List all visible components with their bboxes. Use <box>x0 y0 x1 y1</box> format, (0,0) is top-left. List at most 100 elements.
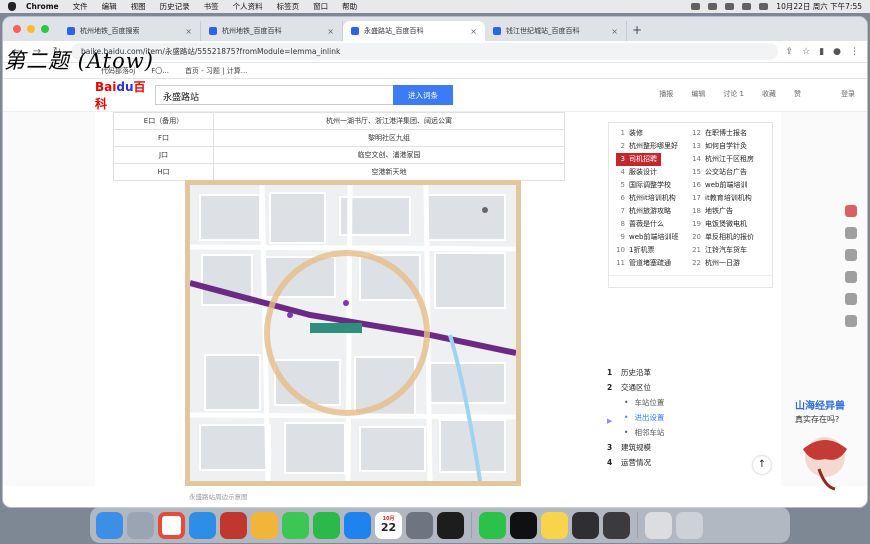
hot-item[interactable]: 11 管道堵塞疏通 <box>616 257 671 270</box>
address-bar[interactable]: baike.baidu.com/item/永盛路站/55521875?fromM… <box>71 43 778 60</box>
messages-icon[interactable] <box>282 511 309 539</box>
finder-icon[interactable] <box>96 511 123 539</box>
broadcast-button[interactable]: 播报 <box>659 89 673 99</box>
baike-search-input[interactable]: 永盛路站 <box>155 85 393 105</box>
record-icon[interactable] <box>691 3 701 10</box>
edit-button[interactable]: 编辑 <box>691 89 705 99</box>
tab-yongshenglu-baike[interactable]: 永盛路站_百度百科 × <box>343 21 485 41</box>
discuss-button[interactable]: 讨论 1 <box>723 89 744 99</box>
hot-item[interactable]: 16 web前端培训 <box>692 179 747 192</box>
menu-window[interactable]: 窗口 <box>313 1 328 12</box>
preview-icon[interactable] <box>645 511 672 539</box>
promo-card[interactable]: 山海经异兽 真实存在吗? <box>795 397 870 493</box>
login-link[interactable]: 登录 <box>841 89 855 99</box>
back-to-top-button[interactable]: ↑ <box>753 456 771 474</box>
bookmark-item[interactable]: 首页 - 习题 | 计算... <box>185 66 247 76</box>
close-tab-icon[interactable]: × <box>327 27 334 36</box>
hot-item[interactable]: 18 地铁广告 <box>692 205 733 218</box>
tab-qianjiang-baike[interactable]: 钱江世纪城站_百度百科 × <box>485 21 627 41</box>
close-window-button[interactable] <box>13 25 21 33</box>
hot-item[interactable]: 15 公交站台广告 <box>692 166 747 179</box>
hot-item[interactable]: 22 杭州一日游 <box>692 257 740 270</box>
menu-profile[interactable]: 个人资料 <box>233 1 263 12</box>
menu-tabs[interactable]: 标签页 <box>277 1 300 12</box>
toc-subitem[interactable]: • 车站位置 <box>607 395 664 410</box>
weibo-icon[interactable] <box>845 249 857 261</box>
obs-icon[interactable] <box>572 511 599 539</box>
calendar-icon[interactable]: 10月 22 <box>375 511 402 539</box>
apple-icon[interactable] <box>8 2 16 11</box>
favorite-button[interactable]: 收藏 <box>762 89 776 99</box>
hot-item[interactable]: 20 单反相机的报价 <box>692 231 754 244</box>
zoom-window-button[interactable] <box>41 25 49 33</box>
hot-item[interactable]: 10 1折机票 <box>616 244 654 257</box>
star-icon[interactable] <box>845 227 857 239</box>
wifi-icon[interactable] <box>742 3 752 10</box>
app-store-icon[interactable] <box>344 511 371 539</box>
system-preferences-icon[interactable] <box>406 511 433 539</box>
more-menu-icon[interactable]: ⋮ <box>850 47 859 57</box>
wechat-icon[interactable] <box>845 271 857 283</box>
station-map[interactable] <box>185 180 521 486</box>
hot-item[interactable]: 7 杭州旅游攻略 <box>616 205 671 218</box>
like-button[interactable]: 赞 <box>794 89 801 99</box>
new-tab-button[interactable]: + <box>627 21 647 41</box>
hot-item[interactable]: 6 杭州it培训机构 <box>616 192 676 205</box>
toc-subitem[interactable]: • 相邻车站 <box>607 425 664 440</box>
toc-item[interactable]: 3 建筑规模 <box>607 440 664 455</box>
notes-icon[interactable] <box>541 511 568 539</box>
tab-hangzhou-metro-baike[interactable]: 杭州地铁_百度百科 × <box>201 21 343 41</box>
menu-view[interactable]: 视图 <box>131 1 146 12</box>
wechat-status-icon[interactable] <box>708 3 718 10</box>
bookmark-star-icon[interactable]: ☆ <box>802 47 810 57</box>
sidebar-icon[interactable]: ▮ <box>819 47 824 57</box>
hot-item[interactable]: 4 服装设计 <box>616 166 657 179</box>
hot-item[interactable]: 8 蔷薇是什么 <box>616 218 664 231</box>
close-tab-icon[interactable]: × <box>185 27 192 36</box>
record-app-icon[interactable] <box>603 511 630 539</box>
hot-item-selected[interactable]: 3 司机招聘 <box>616 153 661 166</box>
menu-edit[interactable]: 编辑 <box>102 1 117 12</box>
hot-item[interactable]: 21 江铃汽车货车 <box>692 244 747 257</box>
hot-item[interactable]: 12 在职博士报名 <box>692 127 747 140</box>
hot-item[interactable]: 17 it教育培训机构 <box>692 192 752 205</box>
toc-subitem-current[interactable]: • 进出设置 <box>607 410 664 425</box>
hot-item[interactable]: 14 杭州江干区租房 <box>692 153 754 166</box>
hot-item[interactable]: 1 装修 <box>616 127 643 140</box>
toc-item[interactable]: 1 历史沿革 <box>607 365 664 380</box>
mail-icon[interactable] <box>189 511 216 539</box>
hot-list-footer[interactable] <box>609 275 772 287</box>
mobile-icon[interactable] <box>845 315 857 327</box>
qq-icon[interactable] <box>845 293 857 305</box>
minimize-window-button[interactable] <box>27 25 35 33</box>
wechat-app-icon[interactable] <box>479 511 506 539</box>
share-icon[interactable]: ⇪ <box>786 47 794 57</box>
search-icon[interactable] <box>759 3 769 10</box>
menu-app-name[interactable]: Chrome <box>26 2 59 11</box>
menu-history[interactable]: 历史记录 <box>160 1 190 12</box>
trash-icon[interactable] <box>676 511 703 539</box>
photos-icon[interactable] <box>251 511 278 539</box>
menu-file[interactable]: 文件 <box>73 1 88 12</box>
hot-item[interactable]: 2 杭州整形哪里好 <box>616 140 678 153</box>
hot-item[interactable]: 19 电饭煲微电机 <box>692 218 747 231</box>
hot-item[interactable]: 5 国际调整学校 <box>616 179 671 192</box>
close-tab-icon[interactable]: × <box>611 27 618 36</box>
photo-booth-icon[interactable] <box>220 511 247 539</box>
baidu-baike-logo[interactable]: Baidu百科 <box>95 78 155 112</box>
profile-icon[interactable]: ● <box>833 47 841 57</box>
menu-bookmarks[interactable]: 书签 <box>204 1 219 12</box>
battery-icon[interactable] <box>725 3 735 10</box>
enter-entry-button[interactable]: 进入词条 <box>393 85 453 105</box>
toc-item[interactable]: 2 交通区位 <box>607 380 664 395</box>
hot-item[interactable]: 13 如何自学针灸 <box>692 140 747 153</box>
launchpad-icon[interactable] <box>127 511 154 539</box>
toc-item[interactable]: 4 运营情况 <box>607 455 664 470</box>
qq-app-icon[interactable] <box>510 511 537 539</box>
tab-hangzhou-metro-search[interactable]: 杭州地铁_百度搜索 × <box>59 21 201 41</box>
gift-icon[interactable] <box>845 205 857 217</box>
hot-item[interactable]: 9 web前端培训班 <box>616 231 679 244</box>
facetime-icon[interactable] <box>313 511 340 539</box>
close-tab-icon[interactable]: × <box>470 27 477 36</box>
terminal-icon[interactable] <box>437 511 464 539</box>
